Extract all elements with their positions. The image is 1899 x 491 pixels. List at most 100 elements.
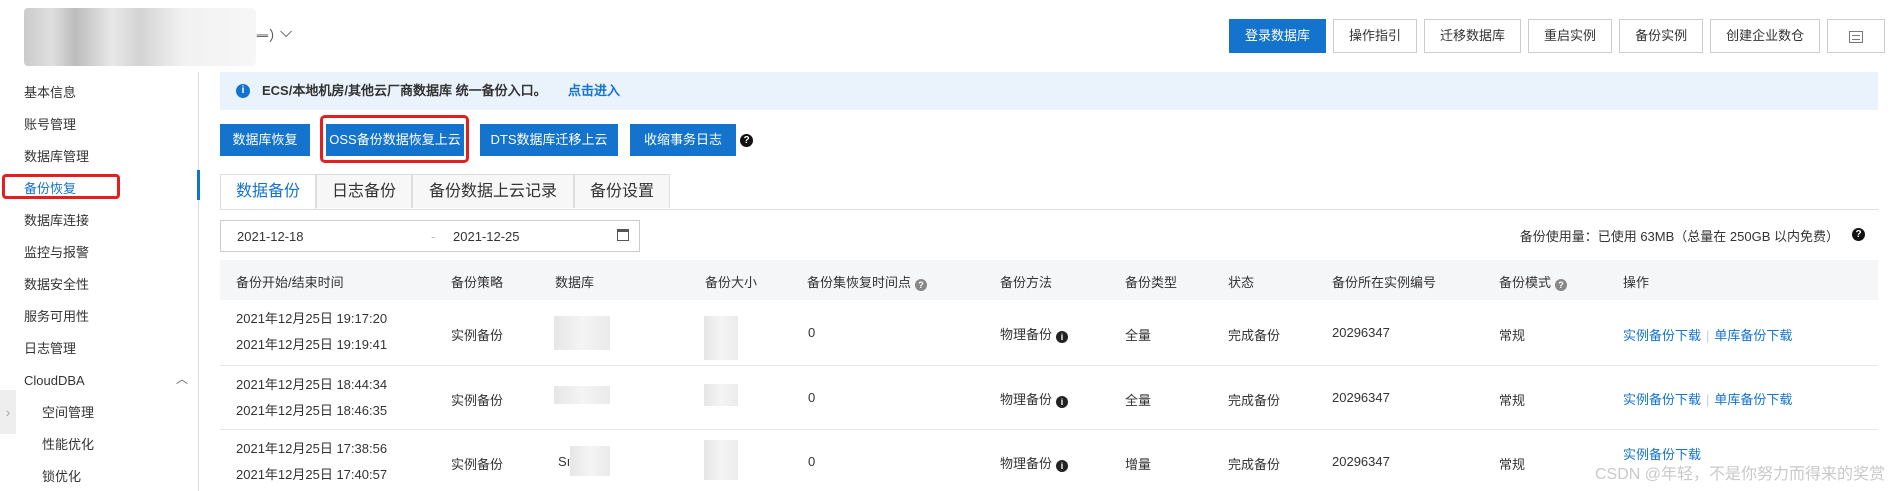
sidebar-item-availability[interactable]: 服务可用性 [24,307,89,327]
tab-divider [220,209,1878,210]
collapse-sidebar-handle[interactable]: › [0,390,16,434]
instance-backup-download-link[interactable]: 实例备份下载 [1623,392,1701,407]
chevron-up-icon[interactable]: ︿ [176,370,188,387]
calendar-icon[interactable] [617,229,629,241]
row-time: 2021年12月25日 19:17:20 2021年12月25日 19:19:4… [236,306,387,358]
col-time: 备份开始/结束时间 [236,275,344,290]
col-method: 备份方法 [1000,275,1053,290]
tab-backup-settings[interactable]: 备份设置 [574,174,670,208]
blurred-size [704,440,738,480]
row-time: 2021年12月25日 17:38:56 2021年12月25日 17:40:5… [236,436,387,488]
restart-instance-button[interactable]: 重启实例 [1528,19,1613,53]
info-icon[interactable]: i [1056,396,1069,408]
row-restore-point: 0 [808,390,816,405]
sidebar-item-security[interactable]: 数据安全性 [24,275,89,295]
chevron-down-icon[interactable]: ⌵ [280,24,292,42]
sidebar-item-databases[interactable]: 数据库管理 [24,147,89,167]
row-actions: 实例备份下载 | 单库备份下载 [1623,328,1793,343]
oss-restore-button[interactable]: OSS备份数据恢复上云 [326,124,464,156]
sidebar-item-backup-restore[interactable]: 备份恢复 [24,179,76,199]
date-range-picker[interactable]: 2021-12-18 - 2021-12-25 [220,220,640,252]
login-database-button[interactable]: 登录数据库 [1229,19,1327,53]
sidebar-item-clouddba[interactable]: CloudDBA [24,371,85,391]
row-type: 增量 [1125,457,1152,472]
row-time: 2021年12月25日 18:44:34 2021年12月25日 18:46:3… [236,372,387,424]
single-db-backup-download-link[interactable]: 单库备份下载 [1714,392,1792,407]
row-method-label: 物理备份 [1000,392,1053,407]
dts-migrate-button[interactable]: DTS数据库迁移上云 [480,124,618,156]
shrink-log-button[interactable]: 收缩事务日志 [630,124,736,156]
row-method: 物理备份 i [1000,389,1069,408]
table-row: 2021年12月25日 19:17:20 2021年12月25日 19:19:4… [220,300,1878,366]
tab-log-backup[interactable]: 日志备份 [316,174,412,208]
row-actions: 实例备份下载 | 单库备份下载 [1623,392,1793,407]
sidebar-item-monitoring[interactable]: 监控与报警 [24,243,89,263]
row-restore-point: 0 [808,454,816,469]
row-database: Sı [558,454,571,469]
sidebar-item-lock[interactable]: 锁优化 [42,467,81,487]
question-icon[interactable]: ? [915,279,928,291]
info-icon[interactable]: i [1056,460,1069,472]
table-row: 2021年12月25日 18:44:34 2021年12月25日 18:46:3… [220,366,1878,430]
sidebar-item-space[interactable]: 空间管理 [42,403,94,423]
blurred-database [570,446,610,476]
date-start[interactable]: 2021-12-18 [237,229,304,244]
usage-help-icon[interactable]: ? [1852,228,1865,241]
row-method-label: 物理备份 [1000,327,1053,342]
col-restore-point-label: 备份集恢复时间点 [807,275,912,290]
database-restore-button[interactable]: 数据库恢复 [220,124,310,156]
date-separator: - [431,229,436,244]
col-strategy: 备份策略 [451,275,504,290]
blurred-size [704,384,738,406]
table-header: 备份开始/结束时间 备份策略 数据库 备份大小 备份集恢复时间点? 备份方法 备… [220,260,1878,300]
col-status: 状态 [1228,275,1255,290]
row-type: 全量 [1125,393,1152,408]
sidebar-item-accounts[interactable]: 账号管理 [24,115,76,135]
sidebar-item-logs[interactable]: 日志管理 [24,339,76,359]
blurred-database [554,316,610,350]
col-size: 备份大小 [705,275,758,290]
row-mode: 常规 [1499,393,1526,408]
question-icon[interactable]: ? [1555,279,1568,291]
row-type: 全量 [1125,328,1152,343]
menu-list-button[interactable] [1827,19,1886,53]
info-icon[interactable]: i [1056,331,1069,343]
row-restore-point: 0 [808,325,816,340]
col-type: 备份类型 [1125,275,1178,290]
col-instance-id: 备份所在实例编号 [1332,275,1437,290]
single-db-backup-download-link[interactable]: 单库备份下载 [1714,328,1792,343]
row-end-time: 2021年12月25日 17:40:57 [236,467,388,482]
row-start-time: 2021年12月25日 19:17:20 [236,311,388,326]
list-icon [1849,30,1864,43]
migrate-database-button[interactable]: 迁移数据库 [1424,19,1522,53]
row-strategy: 实例备份 [451,457,504,472]
sidebar: 基本信息 账号管理 数据库管理 备份恢复 数据库连接 监控与报警 数据安全性 服… [0,72,199,491]
tab-data-backup[interactable]: 数据备份 [220,174,316,210]
sidebar-item-performance[interactable]: 性能优化 [42,435,94,455]
notice-banner: i ECS/本地机房/其他云厂商数据库 统一备份入口。 点击进入 [220,72,1878,110]
tab-cloud-records[interactable]: 备份数据上云记录 [412,174,574,208]
create-warehouse-button[interactable]: 创建企业数仓 [1710,19,1821,53]
help-icon[interactable]: ? [740,134,753,147]
row-start-time: 2021年12月25日 18:44:34 [236,377,388,392]
sidebar-item-basic-info[interactable]: 基本信息 [24,83,76,103]
col-restore-point: 备份集恢复时间点? [807,272,928,291]
row-strategy: 实例备份 [451,328,504,343]
guide-button[interactable]: 操作指引 [1333,19,1418,53]
row-method: 物理备份 i [1000,453,1069,472]
instance-backup-download-link[interactable]: 实例备份下载 [1623,328,1701,343]
blurred-size [704,316,738,360]
date-end[interactable]: 2021-12-25 [453,229,520,244]
instance-name-blurred [24,8,256,66]
watermark: CSDN @年轻，不是你努力而得来的奖赏 [1594,466,1885,483]
top-header: ᆖ） ⌵ 登录数据库 操作指引 迁移数据库 重启实例 备份实例 创建企业数仓 [0,0,1899,72]
info-icon: i [236,84,250,98]
row-status: 完成备份 [1228,393,1281,408]
row-end-time: 2021年12月25日 19:19:41 [236,337,388,352]
sidebar-item-connection[interactable]: 数据库连接 [24,211,89,231]
top-actions: 登录数据库 操作指引 迁移数据库 重启实例 备份实例 创建企业数仓 [1229,19,1886,53]
backup-instance-button[interactable]: 备份实例 [1619,19,1704,53]
row-strategy: 实例备份 [451,393,504,408]
notice-enter-link[interactable]: 点击进入 [568,72,620,110]
row-instance-id: 20296347 [1332,454,1390,469]
